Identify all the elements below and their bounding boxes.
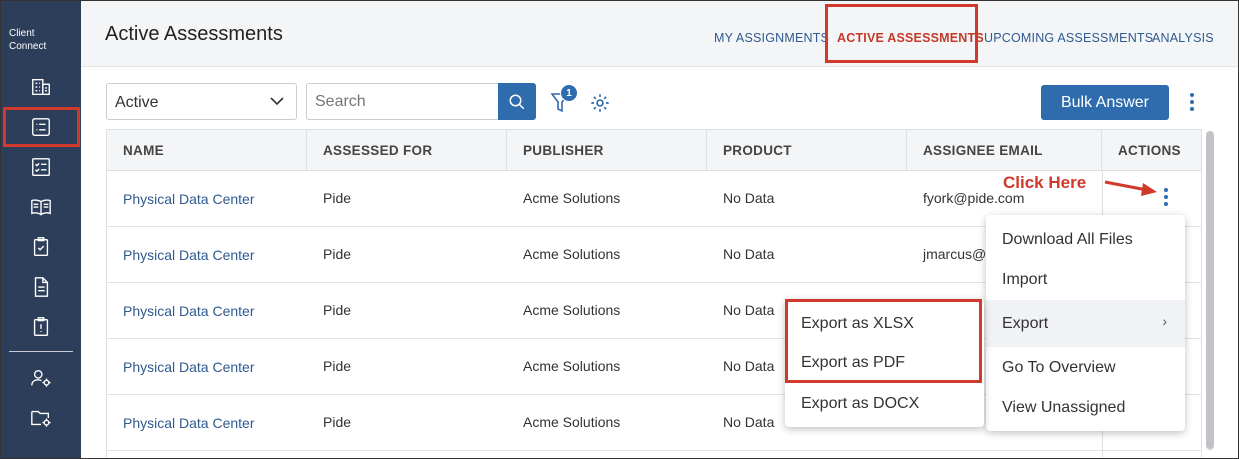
assessed-for-cell: Pide	[323, 302, 352, 318]
toolbar: Active 1 Bulk Answer	[81, 67, 1238, 131]
document-icon	[34, 277, 49, 297]
assessment-name-link[interactable]: Physical Data Center	[107, 395, 271, 451]
chevron-right-icon: ›	[1162, 313, 1167, 329]
search-button[interactable]	[498, 83, 536, 120]
product-cell: No Data	[723, 302, 775, 318]
product-cell: No Data	[723, 358, 775, 374]
brand-line2: Connect	[9, 41, 47, 52]
assessed-for-cell: Pide	[323, 190, 352, 206]
sidebar-item-library[interactable]	[23, 192, 59, 222]
menu-item-export[interactable]: Export ›	[986, 300, 1185, 347]
search-icon	[509, 94, 525, 109]
page-header: Active Assessments MY ASSIGNMENTS ACTIVE…	[81, 1, 1238, 67]
column-header-product[interactable]: PRODUCT	[707, 130, 907, 171]
column-header-name[interactable]: NAME	[107, 130, 307, 171]
product-cell: No Data	[723, 190, 775, 206]
status-select[interactable]: Active	[106, 83, 297, 120]
row-actions-menu: Download All Files Import Export › Go To…	[986, 215, 1185, 431]
sidebar-item-documents[interactable]	[23, 272, 59, 302]
assessment-name-link[interactable]: Physical Data Center	[107, 283, 271, 339]
sidebar-item-tasks[interactable]	[23, 152, 59, 182]
product-cell: No Data	[723, 414, 775, 430]
assessment-name-link[interactable]: Physical Data Center	[107, 171, 271, 227]
alert-clipboard-icon	[33, 317, 49, 336]
assessment-name-link[interactable]: Physical Data Center	[107, 339, 271, 395]
tab-upcoming-assessments[interactable]: UPCOMING ASSESSMENTS	[984, 31, 1153, 45]
menu-item-download-all-files[interactable]: Download All Files	[986, 220, 1185, 260]
table-scrollbar-thumb[interactable]	[1206, 131, 1214, 449]
assessment-name-link[interactable]: Physical Data Center	[107, 227, 271, 283]
page-title: Active Assessments	[105, 23, 283, 45]
checklist-icon	[32, 158, 50, 176]
row-actions-icon[interactable]	[1160, 186, 1172, 208]
active-tab-highlight	[825, 4, 978, 63]
sidebar-item-organizations[interactable]	[23, 72, 59, 102]
filter-count-badge: 1	[560, 84, 578, 102]
tab-analysis[interactable]: ANALYSIS	[1152, 31, 1214, 45]
sidebar-item-assessments[interactable]	[23, 112, 59, 142]
menu-item-export-docx[interactable]: Export as DOCX	[785, 385, 984, 423]
list-icon	[32, 118, 50, 136]
menu-item-import[interactable]: Import	[986, 260, 1185, 300]
chevron-down-icon	[270, 97, 284, 106]
column-header-assignee-email[interactable]: ASSIGNEE EMAIL	[907, 130, 1102, 171]
sidebar-item-folder-settings[interactable]	[23, 403, 59, 433]
user-settings-icon	[31, 369, 51, 387]
assessed-for-cell: Pide	[323, 414, 352, 430]
app-window: Client Connect Active Assessments MY ASS…	[0, 0, 1239, 459]
sidebar-divider	[9, 351, 73, 352]
sidebar-item-reviews[interactable]	[23, 232, 59, 262]
brand-line1: Client	[9, 28, 35, 39]
publisher-cell: Acme Solutions	[523, 414, 621, 430]
sidebar-item-user-settings[interactable]	[23, 363, 59, 393]
search-input[interactable]	[306, 83, 499, 120]
export-options-highlight	[785, 299, 982, 383]
brand-logo: Client Connect	[9, 27, 69, 53]
menu-item-go-to-overview[interactable]: Go To Overview	[986, 348, 1185, 388]
publisher-cell: Acme Solutions	[523, 302, 621, 318]
sidebar-item-issues[interactable]	[23, 312, 59, 342]
click-here-annotation: Click Here	[1003, 173, 1087, 192]
assessed-for-cell: Pide	[323, 246, 352, 262]
table-header: NAME ASSESSED FOR PUBLISHER PRODUCT ASSI…	[107, 130, 1201, 171]
column-header-assessed-for[interactable]: ASSESSED FOR	[307, 130, 507, 171]
menu-item-view-unassigned[interactable]: View Unassigned	[986, 388, 1185, 428]
arrow-right-icon	[1104, 180, 1157, 196]
product-cell: No Data	[723, 246, 775, 262]
menu-item-export-label: Export	[1002, 314, 1049, 332]
clipboard-check-icon	[33, 237, 49, 256]
publisher-cell: Acme Solutions	[523, 246, 621, 262]
status-select-value: Active	[115, 94, 159, 111]
column-header-actions: ACTIONS	[1118, 143, 1181, 158]
bulk-answer-button[interactable]: Bulk Answer	[1041, 85, 1169, 120]
publisher-cell: Acme Solutions	[523, 358, 621, 374]
column-header-publisher[interactable]: PUBLISHER	[507, 130, 707, 171]
publisher-cell: Acme Solutions	[523, 190, 621, 206]
building-icon	[32, 78, 50, 96]
folder-settings-icon	[31, 410, 51, 427]
tab-my-assignments[interactable]: MY ASSIGNMENTS	[714, 31, 829, 45]
book-icon	[31, 199, 51, 216]
sidebar: Client Connect	[1, 1, 81, 458]
more-options-icon[interactable]	[1186, 91, 1198, 113]
gear-icon[interactable]	[589, 92, 611, 114]
assessed-for-cell: Pide	[323, 358, 352, 374]
